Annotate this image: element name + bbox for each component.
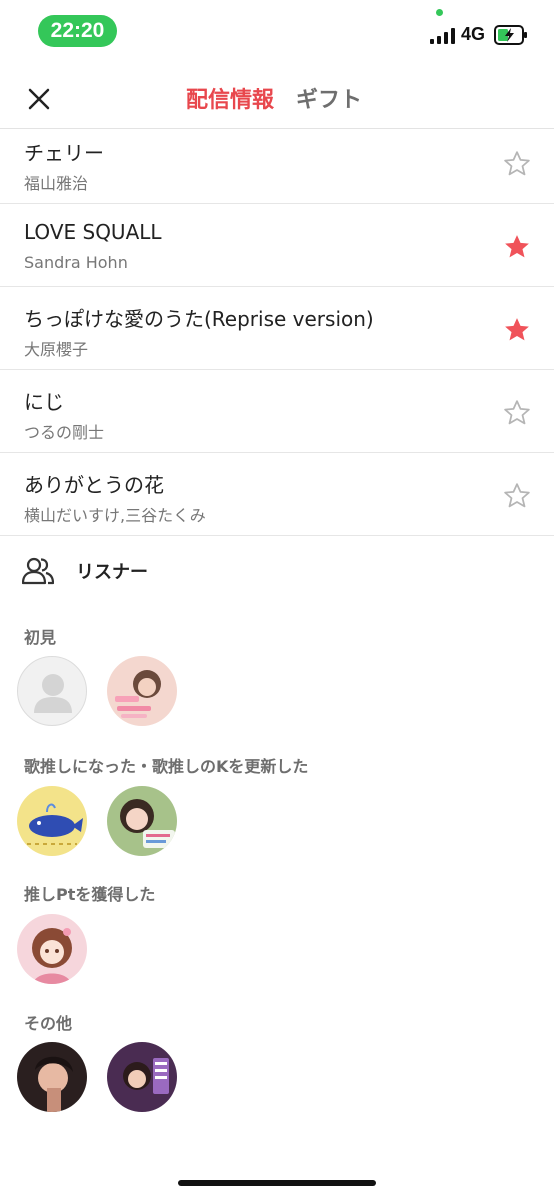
signal-icon bbox=[430, 28, 455, 44]
listener-avatar-photo[interactable] bbox=[107, 1042, 177, 1112]
tab-gift[interactable]: ギフト bbox=[296, 82, 362, 114]
person-placeholder-icon bbox=[34, 674, 72, 713]
listeners-header: リスナー bbox=[22, 556, 148, 586]
star-outline-icon[interactable] bbox=[502, 481, 532, 511]
photo-avatar-image bbox=[107, 656, 177, 726]
song-row[interactable]: ちっぽけな愛のうた(Reprise version) 大原櫻子 bbox=[0, 287, 554, 370]
song-artist: 横山だいすけ,三谷たくみ bbox=[24, 506, 206, 525]
illustration-avatar-image bbox=[17, 914, 87, 984]
status-bar: 22:20 4G bbox=[0, 0, 554, 60]
song-row[interactable]: にじ つるの剛士 bbox=[0, 370, 554, 453]
star-filled-icon[interactable] bbox=[502, 315, 532, 345]
song-artist: つるの剛士 bbox=[24, 423, 105, 442]
status-time: 22:20 bbox=[38, 15, 117, 47]
group-label-song-oshi: 歌推しになった・歌推しのKを更新した bbox=[24, 757, 309, 776]
mic-indicator-dot bbox=[436, 9, 443, 16]
listener-avatar-photo[interactable] bbox=[107, 786, 177, 856]
default-avatar[interactable] bbox=[17, 656, 87, 726]
listeners-title: リスナー bbox=[76, 562, 148, 583]
listener-avatar-photo[interactable] bbox=[17, 1042, 87, 1112]
star-outline-icon[interactable] bbox=[502, 398, 532, 428]
song-artist: Sandra Hohn bbox=[24, 253, 128, 272]
group-label-first-time: 初見 bbox=[24, 628, 57, 647]
song-row[interactable]: チェリー 福山雅治 bbox=[0, 129, 554, 204]
song-artist: 大原櫻子 bbox=[24, 340, 89, 359]
tab-stream-info[interactable]: 配信情報 bbox=[186, 82, 274, 114]
song-title: チェリー bbox=[24, 141, 104, 165]
photo-avatar-image bbox=[107, 1042, 177, 1112]
song-title: ありがとうの花 bbox=[24, 473, 164, 497]
song-artist: 福山雅治 bbox=[24, 174, 89, 193]
song-title: にじ bbox=[24, 390, 64, 414]
listener-avatar-photo[interactable] bbox=[107, 656, 177, 726]
header: 配信情報 ギフト bbox=[0, 62, 554, 129]
star-filled-icon[interactable] bbox=[502, 232, 532, 262]
tab-bar: 配信情報 ギフト bbox=[186, 82, 362, 114]
song-title: ちっぽけな愛のうた(Reprise version) bbox=[24, 307, 374, 331]
battery-charging-icon bbox=[494, 25, 527, 45]
listener-avatar-whale[interactable] bbox=[17, 786, 87, 856]
photo-avatar-image bbox=[107, 786, 177, 856]
listener-avatar-illustration[interactable] bbox=[17, 914, 87, 984]
song-list: チェリー 福山雅治 LOVE SQUALL Sandra Hohn ちっぽけな愛… bbox=[0, 129, 554, 536]
song-row[interactable]: LOVE SQUALL Sandra Hohn bbox=[0, 204, 554, 287]
home-indicator bbox=[178, 1180, 376, 1186]
group-label-other: その他 bbox=[24, 1014, 73, 1033]
photo-avatar-image bbox=[17, 1042, 87, 1112]
star-outline-icon[interactable] bbox=[502, 149, 532, 179]
song-row[interactable]: ありがとうの花 横山だいすけ,三谷たくみ bbox=[0, 453, 554, 536]
people-icon bbox=[22, 557, 54, 585]
whale-avatar-image bbox=[17, 786, 87, 856]
song-title: LOVE SQUALL bbox=[24, 220, 162, 244]
network-type: 4G bbox=[461, 24, 486, 44]
close-icon[interactable] bbox=[22, 82, 56, 116]
group-label-oshi-pt: 推しPtを獲得した bbox=[24, 885, 156, 904]
